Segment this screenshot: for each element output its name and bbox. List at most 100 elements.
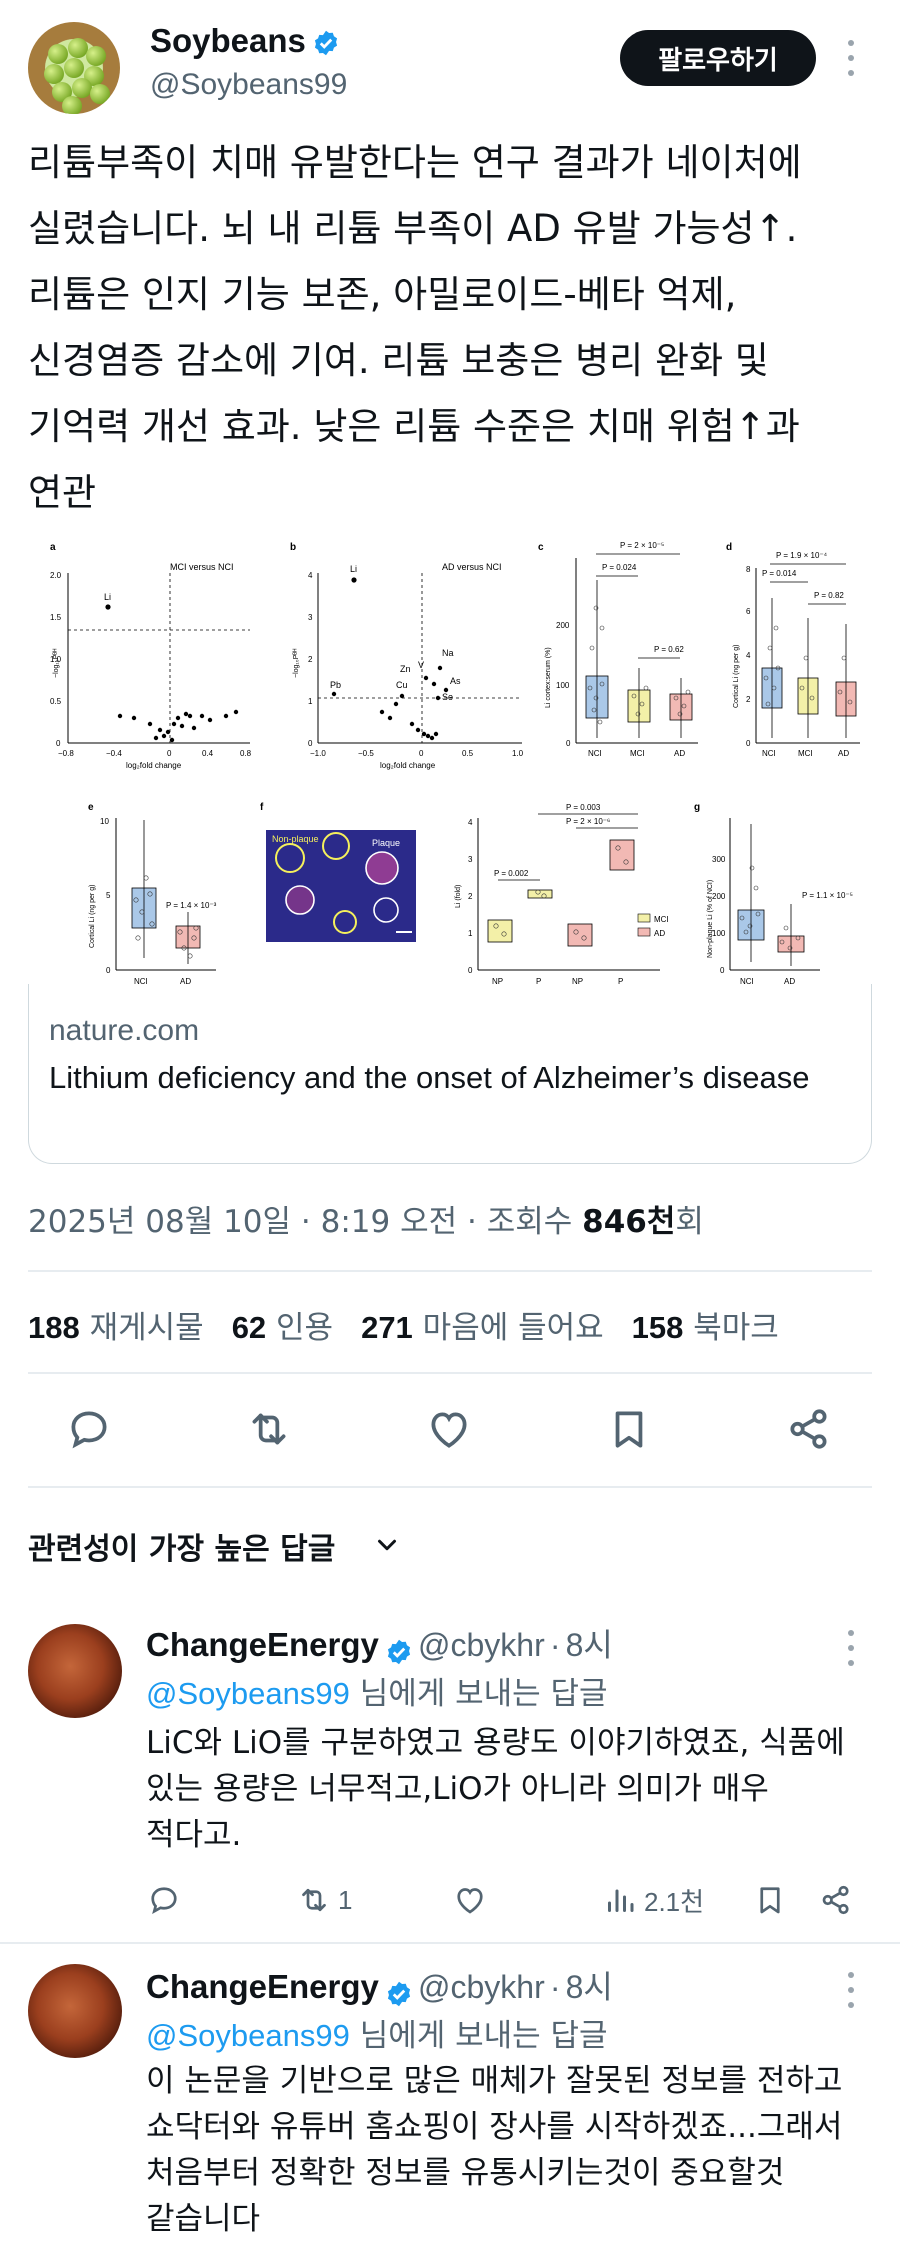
panel-e-letter: e [88,802,94,813]
reply-time[interactable]: 8시 [566,1969,613,2005]
panel-b-xtick: 0.5 [462,749,474,758]
panel-b-xtick: −0.5 [358,749,374,758]
panel-b-xlabel: log₂fold change [380,761,436,770]
panel-c-group: MCI [630,749,645,758]
link-card-image[interactable]: a MCI versus NCI Li 0 0.5 1.0 1.5 2.0 −0… [50,528,860,988]
author-name-text[interactable]: Soybeans [150,22,306,59]
panel-b-ytick: 4 [308,571,313,580]
panel-a-xtick: 0.8 [240,749,252,758]
stat-label: 인용 [276,1310,334,1346]
reply-bookmark-button[interactable] [752,1880,788,1920]
panel-b-title: AD versus NCI [442,562,502,572]
reply-share-button[interactable] [818,1880,854,1920]
reply-avatar[interactable] [28,1624,122,1718]
panel-f-ylabel: Li (fold) [455,885,462,908]
panel-e-pval: P = 1.4 × 10⁻³ [166,901,217,910]
separator-dot: · [300,1204,321,1240]
post-time[interactable]: 8:19 오전 [321,1204,458,1240]
share-icon[interactable] [784,1404,834,1454]
views-chart-icon [608,1889,634,1912]
panel-b-ytick: 1 [308,697,313,706]
more-options-icon[interactable] [846,40,856,76]
panel-b-point-label: V [418,660,424,670]
post-text-line: 실렸습니다. 뇌 내 리튬 부족이 AD 유발 가능성↑. [28,207,798,250]
link-card[interactable]: nature.com Lithium deficiency and the on… [28,984,872,1164]
panel-c-pval: P = 2 × 10⁻⁵ [620,541,664,550]
divider [28,1486,872,1488]
panel-d-ylabel: Cortical Li (ng per g) [733,645,740,708]
stat-reposts[interactable]: 188 재게시물 [28,1302,204,1347]
more-options-icon[interactable] [846,1630,856,1666]
more-options-icon[interactable] [846,1972,856,2008]
reply-author-handle[interactable]: @cbykhr [418,1627,545,1663]
panel-f-label: Plaque [372,838,400,848]
reply-time[interactable]: 8시 [566,1627,613,1663]
reply-context: @Soybeans99 님에게 보내는 답글 [146,2010,608,2055]
author-name[interactable]: Soybeans [150,22,340,60]
reply-text-line: 이 논문을 기반으로 많은 매체가 잘못된 정보를 전하고 [146,2063,843,2099]
reply-author-name[interactable]: ChangeEnergy [146,1968,379,2005]
like-icon[interactable] [424,1404,474,1454]
panel-a-title: MCI versus NCI [170,562,234,572]
reply-author-handle[interactable]: @cbykhr [418,1969,545,2005]
panel-d-ytick: 4 [746,651,751,660]
reply-repost-button[interactable]: 1 [296,1880,352,1920]
panel-b-point-label: Na [442,648,454,658]
reply-reply-button[interactable] [146,1880,182,1920]
author-avatar[interactable] [28,22,120,114]
reply-views-button[interactable]: 2.1천 [602,1880,704,1920]
panel-d-pval: P = 1.9 × 10⁻⁴ [776,551,828,560]
panel-c-letter: c [538,542,544,553]
post-text-line: 리튬은 인지 기능 보존, 아밀로이드-베타 억제, [28,273,737,316]
stat-label: 재게시물 [89,1310,204,1346]
panel-d-group: AD [838,749,849,758]
stat-likes[interactable]: 271 마음에 들어요 [361,1302,604,1347]
reply-like-button[interactable] [452,1880,488,1920]
panel-e-ytick: 10 [100,817,109,826]
panel-d-group: NCI [762,749,776,758]
reply-icon[interactable] [64,1404,114,1454]
reply-mention[interactable]: @Soybeans99 [146,1676,350,1711]
views-unit: 회 [675,1204,704,1240]
panel-g-letter: g [694,802,700,813]
reply-text-line: LiC와 LiO를 구분하였고 용량도 이야기하였죠, 식품에 [146,1725,845,1761]
panel-c-ytick: 100 [556,681,570,690]
follow-button[interactable]: 팔로우하기 [620,30,816,86]
panel-a-xtick: 0 [167,749,172,758]
panel-c-group: NCI [588,749,602,758]
stat-bookmarks[interactable]: 158 북마크 [632,1302,779,1347]
panel-a-ytick: 1.5 [50,613,62,622]
stat-quotes[interactable]: 62 인용 [232,1302,333,1347]
panel-f-ytick: 0 [468,966,473,975]
post-meta: 2025년 08월 10일 · 8:19 오전 · 조회수 846천회 [28,1196,704,1241]
panel-b-xtick: −1.0 [310,749,326,758]
verified-badge-icon [314,31,337,56]
panel-g-pval: P = 1.1 × 10⁻⁵ [802,891,853,900]
panel-f-pval: P = 0.003 [566,803,601,812]
views-value: 846천 [582,1204,676,1240]
panel-f-ytick: 1 [468,929,473,938]
like-icon [457,1888,483,1914]
panel-b-point-label: Se [442,692,453,702]
replies-sort-label[interactable]: 관련성이 가장 높은 답글 [28,1524,335,1568]
reply-mention[interactable]: @Soybeans99 [146,2018,350,2053]
chevron-down-icon[interactable] [372,1530,402,1560]
author-handle[interactable]: @Soybeans99 [150,68,347,102]
post-date[interactable]: 2025년 08월 10일 [28,1204,291,1240]
reply-text: 이 논문을 기반으로 많은 매체가 잘못된 정보를 전하고 쇼닥터와 유튜버 홈… [146,2058,890,2242]
bookmark-icon [760,1887,780,1914]
panel-d-pval: P = 0.82 [814,591,844,600]
repost-icon[interactable] [244,1404,294,1454]
panel-g-ytick: 200 [712,892,726,901]
bookmark-icon[interactable] [604,1404,654,1454]
reply-author-name[interactable]: ChangeEnergy [146,1626,379,1663]
panel-c-ytick: 200 [556,621,570,630]
panel-f-plot [477,813,660,971]
panel-d-ytick: 8 [746,565,751,574]
reply-avatar[interactable] [28,1964,122,2058]
panel-g-ytick: 300 [712,855,726,864]
panel-b-point-label: Cu [396,680,408,690]
divider [28,1372,872,1374]
panel-a-xtick: −0.8 [58,749,74,758]
separator-dot: · [467,1204,487,1240]
